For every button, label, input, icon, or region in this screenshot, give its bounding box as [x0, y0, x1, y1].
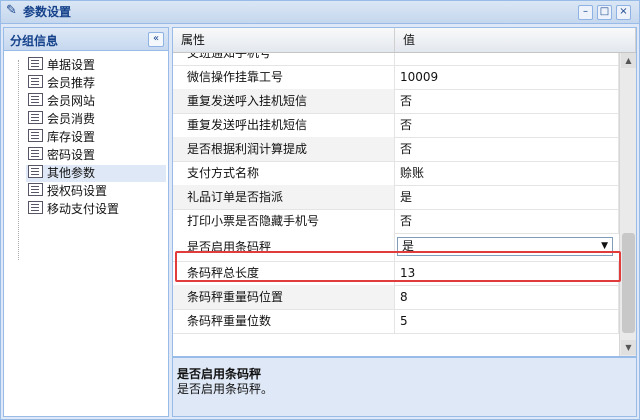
property-name: 重复发送呼入挂机短信	[173, 89, 395, 113]
table-row[interactable]: 条码秤总长度 13	[173, 261, 619, 286]
grid-body: 交班通知手机号 微信操作挂靠工号 10009 重复发送呼入挂机短信 否 重复发送…	[173, 53, 619, 356]
property-value[interactable]: 否	[395, 137, 619, 161]
tree-item-label: 其他参数	[47, 166, 96, 180]
property-name: 礼品订单是否指派	[173, 185, 395, 209]
tree-item-other-params[interactable]: 其他参数	[26, 165, 166, 182]
tree-item-member-website[interactable]: 会员网站	[28, 93, 166, 110]
tree-connector	[18, 60, 20, 260]
table-row[interactable]: 支付方式名称 赊账	[173, 161, 619, 186]
description-panel: 是否启用条码秤 是否启用条码秤。	[172, 357, 637, 417]
table-row[interactable]: 重复发送呼入挂机短信 否	[173, 89, 619, 114]
table-row-selected[interactable]: 是否启用条码秤 是 ▼	[173, 233, 619, 262]
tree-item-auth-code-settings[interactable]: 授权码设置	[28, 183, 166, 200]
tree-item-label: 库存设置	[47, 130, 96, 144]
document-icon	[28, 75, 43, 88]
description-text: 是否启用条码秤。	[177, 382, 274, 396]
property-name: 重复发送呼出挂机短信	[173, 113, 395, 137]
minimize-button[interactable]: –	[578, 5, 593, 20]
document-icon	[28, 129, 43, 142]
document-icon	[28, 111, 43, 124]
tree-item-bill-settings[interactable]: 单据设置	[28, 57, 166, 74]
group-panel-title: 分组信息	[10, 34, 59, 48]
tree-item-label: 会员消费	[47, 112, 96, 126]
property-name: 条码秤重量位数	[173, 309, 395, 333]
dropdown-selected-value: 是	[402, 239, 415, 253]
document-icon	[28, 201, 43, 214]
property-value[interactable]: 是	[395, 185, 619, 209]
property-value[interactable]: 否	[395, 113, 619, 137]
document-icon	[28, 183, 43, 196]
property-name: 打印小票是否隐藏手机号	[173, 209, 395, 233]
property-name: 是否启用条码秤	[173, 233, 395, 261]
value-dropdown[interactable]: 是 ▼	[397, 237, 613, 256]
property-value[interactable]: 13	[395, 261, 619, 285]
property-value[interactable]: 赊账	[395, 161, 619, 185]
table-row[interactable]: 重复发送呼出挂机短信 否	[173, 113, 619, 138]
wrench-icon: ✎	[6, 3, 17, 18]
tree-item-label: 移动支付设置	[47, 202, 120, 216]
property-name: 条码秤重量码位置	[173, 285, 395, 309]
column-header-property[interactable]: 属性	[173, 28, 395, 52]
property-value[interactable]: 否	[395, 209, 619, 233]
table-row[interactable]: 是否根据利润计算提成 否	[173, 137, 619, 162]
property-name: 条码秤总长度	[173, 261, 395, 285]
table-row[interactable]: 条码秤重量码位置 8	[173, 285, 619, 310]
document-icon	[28, 147, 43, 160]
property-name: 支付方式名称	[173, 161, 395, 185]
property-value[interactable]	[395, 53, 619, 65]
tree-item-label: 授权码设置	[47, 184, 108, 198]
table-row[interactable]: 打印小票是否隐藏手机号 否	[173, 209, 619, 234]
table-row[interactable]: 微信操作挂靠工号 10009	[173, 65, 619, 90]
property-grid: 属性 值 交班通知手机号 微信操作挂靠工号 10009 重复发送呼入挂机短信 否…	[172, 27, 637, 357]
tree-item-label: 会员网站	[47, 94, 96, 108]
property-name: 是否根据利润计算提成	[173, 137, 395, 161]
property-name: 交班通知手机号	[173, 53, 395, 65]
maximize-button[interactable]: □	[597, 5, 612, 20]
document-icon	[28, 57, 43, 70]
close-button[interactable]: ×	[616, 5, 631, 20]
tree-item-member-referral[interactable]: 会员推荐	[28, 75, 166, 92]
tree-item-mobile-payment-settings[interactable]: 移动支付设置	[28, 201, 166, 218]
scroll-up-icon[interactable]: ▲	[621, 53, 636, 68]
property-value[interactable]: 8	[395, 285, 619, 309]
dropdown-arrow-icon[interactable]: ▼	[601, 238, 608, 255]
table-row[interactable]: 礼品订单是否指派 是	[173, 185, 619, 210]
property-name: 微信操作挂靠工号	[173, 65, 395, 89]
document-icon	[28, 165, 43, 178]
group-panel: 分组信息 « 单据设置 会员推荐 会员网站 会员消费 库存设置 密码设置 其他参…	[3, 27, 169, 417]
tree-item-label: 密码设置	[47, 148, 96, 162]
property-value[interactable]: 否	[395, 89, 619, 113]
scroll-down-icon[interactable]: ▼	[621, 340, 636, 355]
group-panel-header: 分组信息 «	[4, 28, 168, 51]
tree-item-member-consumption[interactable]: 会员消费	[28, 111, 166, 128]
document-icon	[28, 93, 43, 106]
tree-item-label: 单据设置	[47, 58, 96, 72]
scrollbar-thumb[interactable]	[622, 233, 635, 333]
window-title: 参数设置	[23, 5, 72, 19]
property-value[interactable]: 5	[395, 309, 619, 333]
tree-item-password-settings[interactable]: 密码设置	[28, 147, 166, 164]
title-bar: ✎ 参数设置 – □ ×	[1, 1, 639, 24]
collapse-button[interactable]: «	[148, 32, 164, 47]
vertical-scrollbar[interactable]: ▲ ▼	[619, 53, 636, 356]
column-header-value[interactable]: 值	[395, 28, 636, 52]
table-row[interactable]: 条码秤重量位数 5	[173, 309, 619, 334]
property-value[interactable]: 10009	[395, 65, 619, 89]
tree-item-label: 会员推荐	[47, 76, 96, 90]
tree-item-inventory-settings[interactable]: 库存设置	[28, 129, 166, 146]
grid-header: 属性 值	[173, 28, 636, 53]
